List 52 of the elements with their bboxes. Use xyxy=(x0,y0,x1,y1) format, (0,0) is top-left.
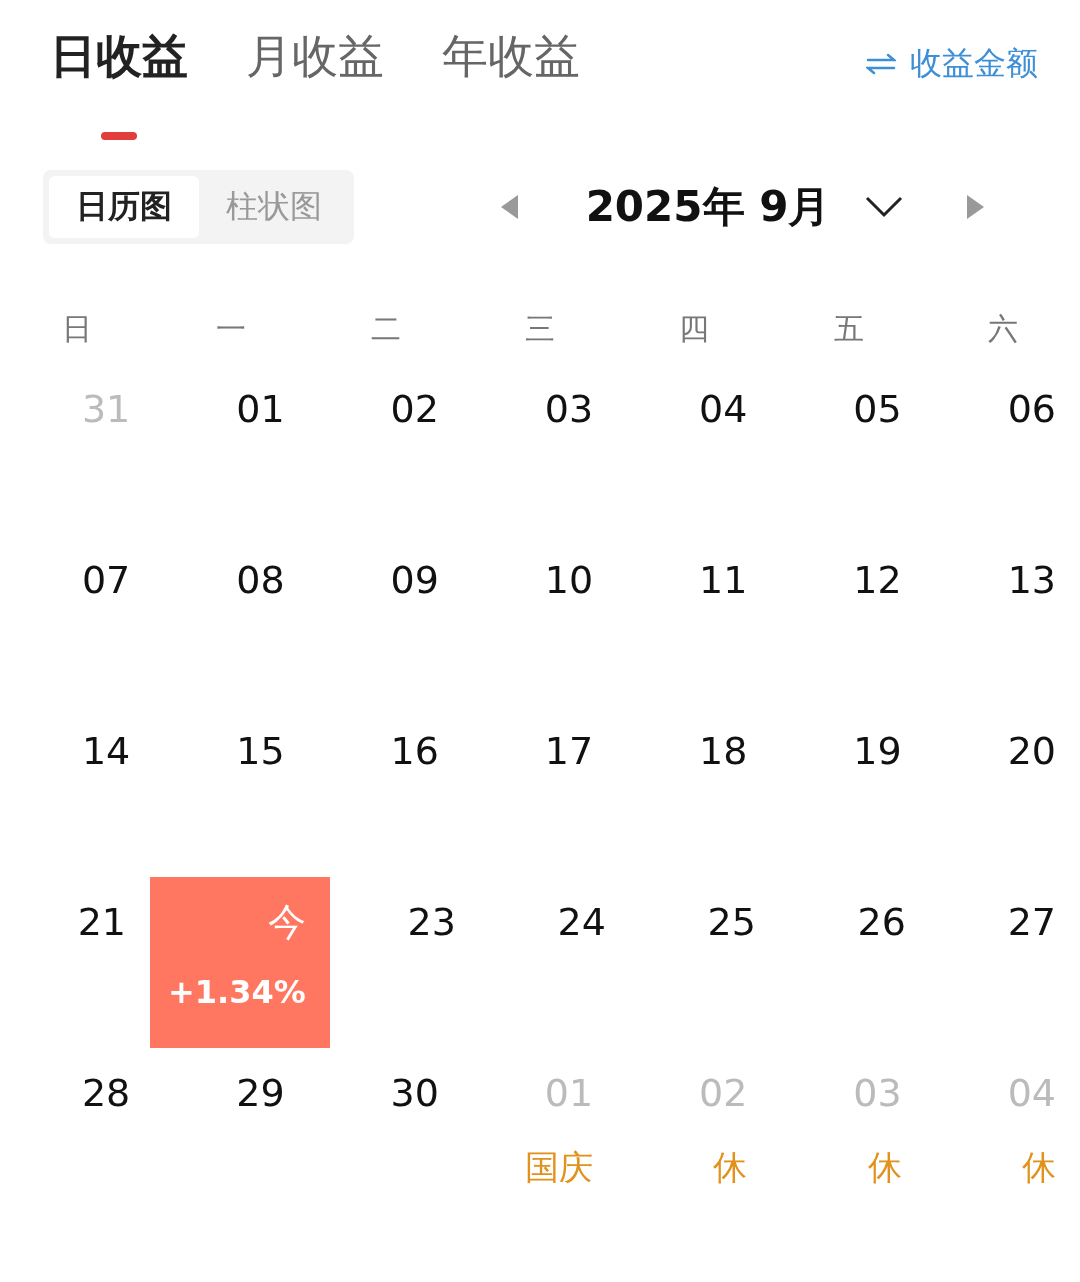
day-number[interactable]: 06 xyxy=(1007,384,1056,434)
day-number[interactable]: 16 xyxy=(390,726,439,776)
month-title: 2025年 9月 xyxy=(584,181,832,233)
day-number[interactable]: 30 xyxy=(390,1068,439,1118)
weekday-label: 二 xyxy=(370,310,401,346)
day-number[interactable]: 02 xyxy=(390,384,439,434)
chevron-down-icon[interactable] xyxy=(865,196,903,218)
day-number[interactable]: 01 xyxy=(236,384,285,434)
day-number[interactable]: 25 xyxy=(707,897,756,947)
next-month-icon[interactable] xyxy=(966,194,986,220)
day-number[interactable]: 15 xyxy=(236,726,285,776)
weekday-label: 三 xyxy=(525,310,555,346)
weekday-label: 日 xyxy=(62,310,93,346)
swap-icon xyxy=(866,53,896,75)
day-number[interactable]: 09 xyxy=(390,555,439,605)
holiday-note: 休 xyxy=(867,1146,902,1189)
day-number[interactable]: 26 xyxy=(857,897,906,947)
day-number[interactable]: 18 xyxy=(699,726,748,776)
holiday-note: 休 xyxy=(713,1146,748,1189)
day-number[interactable]: 14 xyxy=(81,726,131,776)
day-number[interactable]: 27 xyxy=(1007,897,1056,947)
day-number[interactable]: 17 xyxy=(544,726,594,776)
day-number[interactable]: 05 xyxy=(853,384,902,434)
day-number[interactable]: 21 xyxy=(77,897,126,947)
tab-indicator xyxy=(101,132,137,140)
tab[interactable]: 日收益 xyxy=(50,26,188,112)
day-number[interactable]: 28 xyxy=(81,1068,131,1118)
day-number[interactable]: 19 xyxy=(853,726,902,776)
day-number[interactable]: 24 xyxy=(557,897,606,947)
day-number[interactable]: 08 xyxy=(236,555,285,605)
tab[interactable]: 年收益 xyxy=(442,26,580,112)
weekday-label: 四 xyxy=(679,310,710,346)
weekday-label: 一 xyxy=(216,310,247,346)
day-number[interactable]: 29 xyxy=(236,1068,285,1118)
holiday-note: 国庆 xyxy=(525,1146,594,1189)
day-number[interactable]: 04 xyxy=(699,384,748,434)
daily-change: +1.34% xyxy=(167,973,306,1011)
weekday-label: 六 xyxy=(987,310,1018,346)
day-number[interactable]: 23 xyxy=(407,897,456,947)
tab[interactable]: 月收益 xyxy=(246,26,384,112)
holiday-note: 休 xyxy=(1022,1146,1056,1189)
day-number[interactable]: 11 xyxy=(699,555,748,605)
day-number[interactable]: 13 xyxy=(1007,555,1056,605)
previous-month-icon[interactable] xyxy=(499,194,519,220)
day-number[interactable]: 03 xyxy=(544,384,594,434)
day-number[interactable]: 12 xyxy=(853,555,902,605)
view-toggle-option[interactable]: 日历图 xyxy=(49,176,199,238)
day-number[interactable]: 20 xyxy=(1007,726,1056,776)
today-label: 今 xyxy=(267,899,306,946)
weekday-label: 五 xyxy=(833,310,864,346)
day-number[interactable]: 10 xyxy=(544,555,594,605)
day-number[interactable]: 07 xyxy=(81,555,131,605)
